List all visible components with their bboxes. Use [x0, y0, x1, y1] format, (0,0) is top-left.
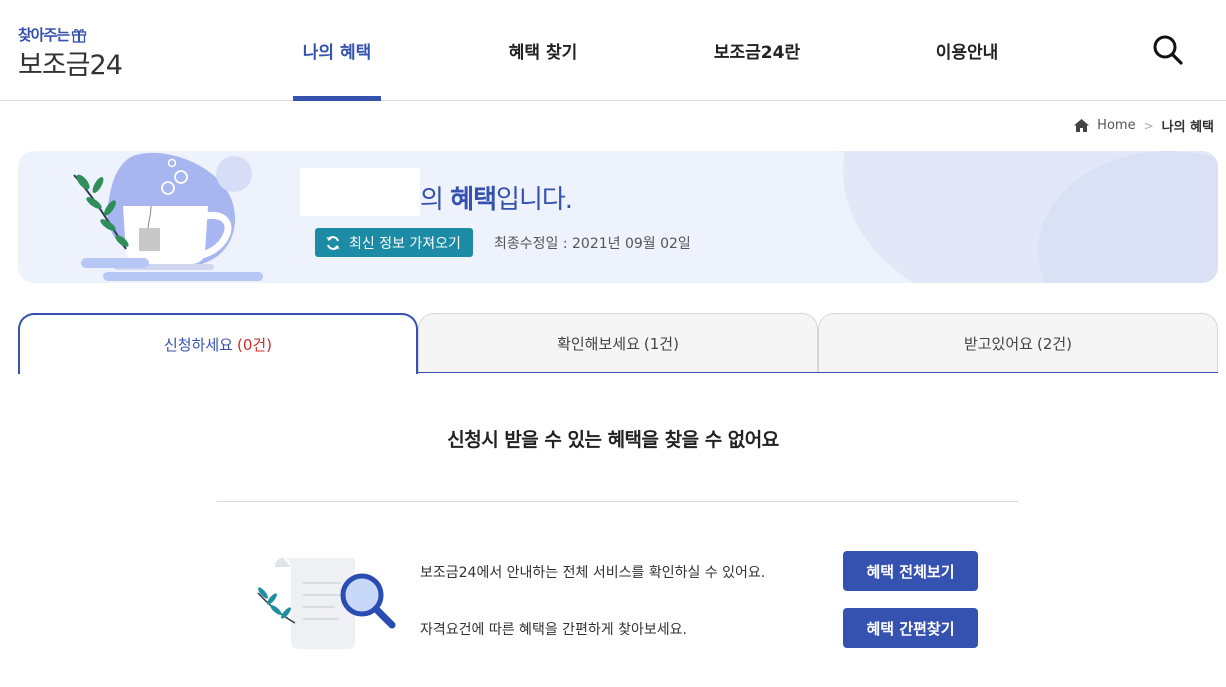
refresh-icon: [326, 235, 340, 250]
tab-count: (0건): [236, 336, 273, 354]
refresh-button[interactable]: 최신 정보 가져오기: [315, 228, 473, 257]
divider: [217, 501, 1018, 502]
guide-text-quick: 자격요건에 따른 혜택을 간편하게 찾아보세요.: [420, 622, 687, 638]
user-name-masked: [300, 168, 420, 216]
empty-message: 신청시 받을 수 있는 혜택을 찾을 수 없어요: [447, 429, 779, 451]
refresh-label: 최신 정보 가져오기: [349, 235, 461, 252]
search-icon: [1153, 35, 1183, 65]
last-modified-date: 최종수정일 : 2021년 09월 02일: [494, 236, 691, 252]
gift-icon: [72, 28, 87, 43]
guide-text-all: 보조금24에서 안내하는 전체 서비스를 확인하실 수 있어요.: [420, 565, 766, 581]
nav-guide[interactable]: 이용안내: [926, 0, 1008, 100]
banner-title: 의 혜택입니다.: [420, 185, 573, 215]
tab-receiving[interactable]: 받고있어요 (2건): [818, 313, 1218, 372]
tab-apply[interactable]: 신청하세요 (0건): [18, 313, 418, 374]
view-all-benefits-button[interactable]: 혜택 전체보기: [843, 551, 978, 591]
tab-check[interactable]: 확인해보세요 (1건): [418, 313, 818, 372]
tab-count: (2건): [1036, 334, 1073, 353]
nav-about[interactable]: 보조금24란: [706, 0, 808, 100]
logo-name: 보조금24: [18, 50, 123, 81]
teacup-illustration: [73, 152, 263, 281]
home-icon[interactable]: [1074, 119, 1090, 132]
site-header: 찾아주는 보조금24 나의 혜택 혜택 찾기 보조금24란 이용안내: [0, 0, 1226, 101]
breadcrumb-current: 나의 혜택: [1161, 120, 1214, 135]
benefit-tabs: 신청하세요 (0건) 확인해보세요 (1건) 받고있어요 (2건): [18, 313, 1218, 374]
chevron-right-icon: >: [1143, 118, 1154, 133]
search-button[interactable]: [1151, 33, 1185, 67]
nav-my-benefits[interactable]: 나의 혜택: [293, 0, 381, 101]
nav-find-benefits[interactable]: 혜택 찾기: [498, 0, 588, 100]
site-logo[interactable]: 찾아주는 보조금24: [18, 24, 123, 82]
tab-count: (1건): [643, 334, 679, 353]
logo-tagline: 찾아주는: [18, 26, 70, 44]
quick-find-benefits-button[interactable]: 혜택 간편찾기: [843, 608, 978, 648]
document-search-illustration: [257, 558, 396, 649]
profile-banner: 의 혜택입니다. 최신 정보 가져오기 최종수정일 : 2021년 09월 02…: [18, 151, 1218, 283]
breadcrumb: Home > 나의 혜택: [1074, 116, 1214, 135]
breadcrumb-home[interactable]: Home: [1097, 118, 1135, 133]
